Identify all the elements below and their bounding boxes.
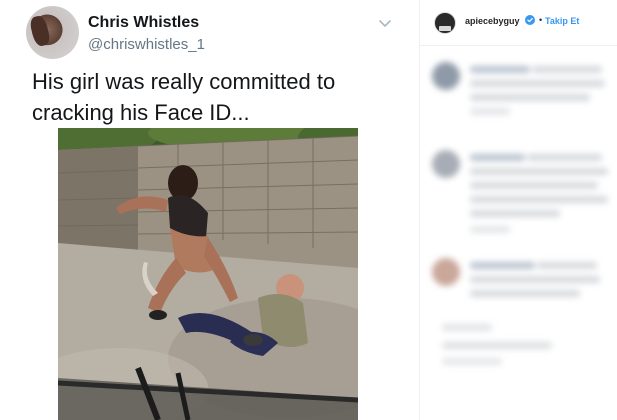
instagram-sidebar: apiecebyguy • Takip Et [419,0,617,420]
avatar [432,258,460,286]
chevron-down-icon [379,20,391,27]
follow-button[interactable]: Takip Et [545,16,579,26]
avatar [432,150,460,178]
post-author-avatar[interactable] [434,12,456,34]
photo-scene [58,128,358,420]
list-item [432,150,608,240]
list-item [432,258,608,318]
verified-badge-icon [525,15,535,25]
tweet-photo [58,128,358,420]
post-author-username[interactable]: apiecebyguy [465,16,520,26]
tweet-author-avatar [26,6,79,59]
post-author-header: apiecebyguy • Takip Et [420,0,617,46]
avatar [432,62,460,90]
tweet-author-name: Chris Whistles [88,14,200,31]
list-item [432,62,608,122]
tweet-header: Chris Whistles @chriswhistles_1 [26,6,406,60]
post-media: Chris Whistles @chriswhistles_1 His girl… [0,0,419,420]
comments-list [420,50,617,420]
separator-dot: • [539,15,543,25]
tweet-text: His girl was really committed to crackin… [32,69,336,125]
list-item [432,320,608,380]
tweet-author-handle: @chriswhistles_1 [88,36,205,53]
